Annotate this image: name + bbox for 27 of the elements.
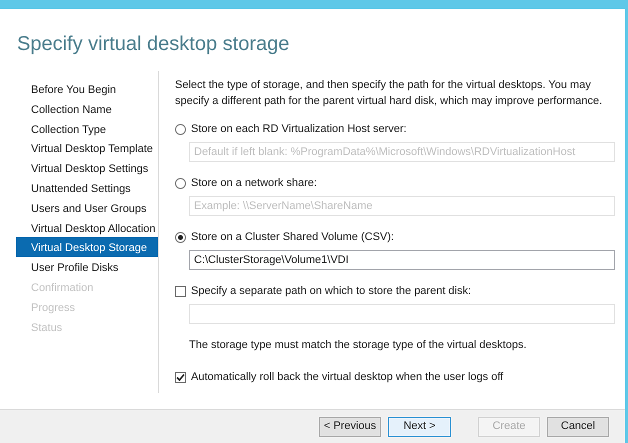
wizard-step[interactable]: Unattended Settings — [16, 178, 158, 198]
option-label: Store on a Cluster Shared Volume (CSV): — [191, 230, 394, 245]
option-label: Specify a separate path on which to store the parent disk: — [191, 284, 472, 299]
radio-button[interactable] — [175, 124, 186, 134]
option-label: Store on each RD Virtualization Host server: — [191, 122, 407, 137]
wizard-step[interactable]: Users and User Groups — [16, 198, 158, 218]
wizard-step[interactable]: Virtual Desktop Allocation — [16, 218, 158, 238]
wizard-step[interactable]: Collection Type — [16, 118, 158, 138]
wizard-step[interactable]: Collection Name — [16, 98, 158, 119]
option-label: Store on a network share: — [191, 176, 317, 191]
wizard-button[interactable]: < Previous — [319, 416, 381, 436]
radio-button[interactable] — [175, 178, 186, 188]
radio-button[interactable] — [175, 232, 186, 242]
wizard-button[interactable]: Cancel — [547, 416, 609, 436]
checkbox[interactable] — [175, 286, 186, 296]
wizard-step[interactable]: Virtual Desktop Storage — [16, 237, 158, 258]
wizard-step[interactable]: User Profile Disks — [16, 257, 158, 277]
wizard-step[interactable]: Virtual Desktop Template — [16, 138, 158, 158]
option-label: Automatically roll back the virtual desktop when the user logs off — [191, 370, 504, 386]
wizard-step[interactable]: Virtual Desktop Settings — [16, 158, 158, 178]
note-text: The storage type must match the storage type of the virtual desktops. — [189, 338, 528, 353]
wizard-button[interactable]: Next > — [388, 416, 451, 436]
path-field[interactable]: C:\ClusterStorage\Volume1\VDI — [189, 250, 615, 270]
page-heading: Specify virtual desktop storage — [16, 32, 290, 57]
checkbox[interactable] — [175, 372, 186, 383]
description-text: Select the type of storage, and then specify the path for the virtual desktops. You may specify a different path for the parent virtual hard disk, which may improve performance. — [175, 78, 604, 109]
wizard-step[interactable]: Before You Begin — [16, 79, 158, 99]
